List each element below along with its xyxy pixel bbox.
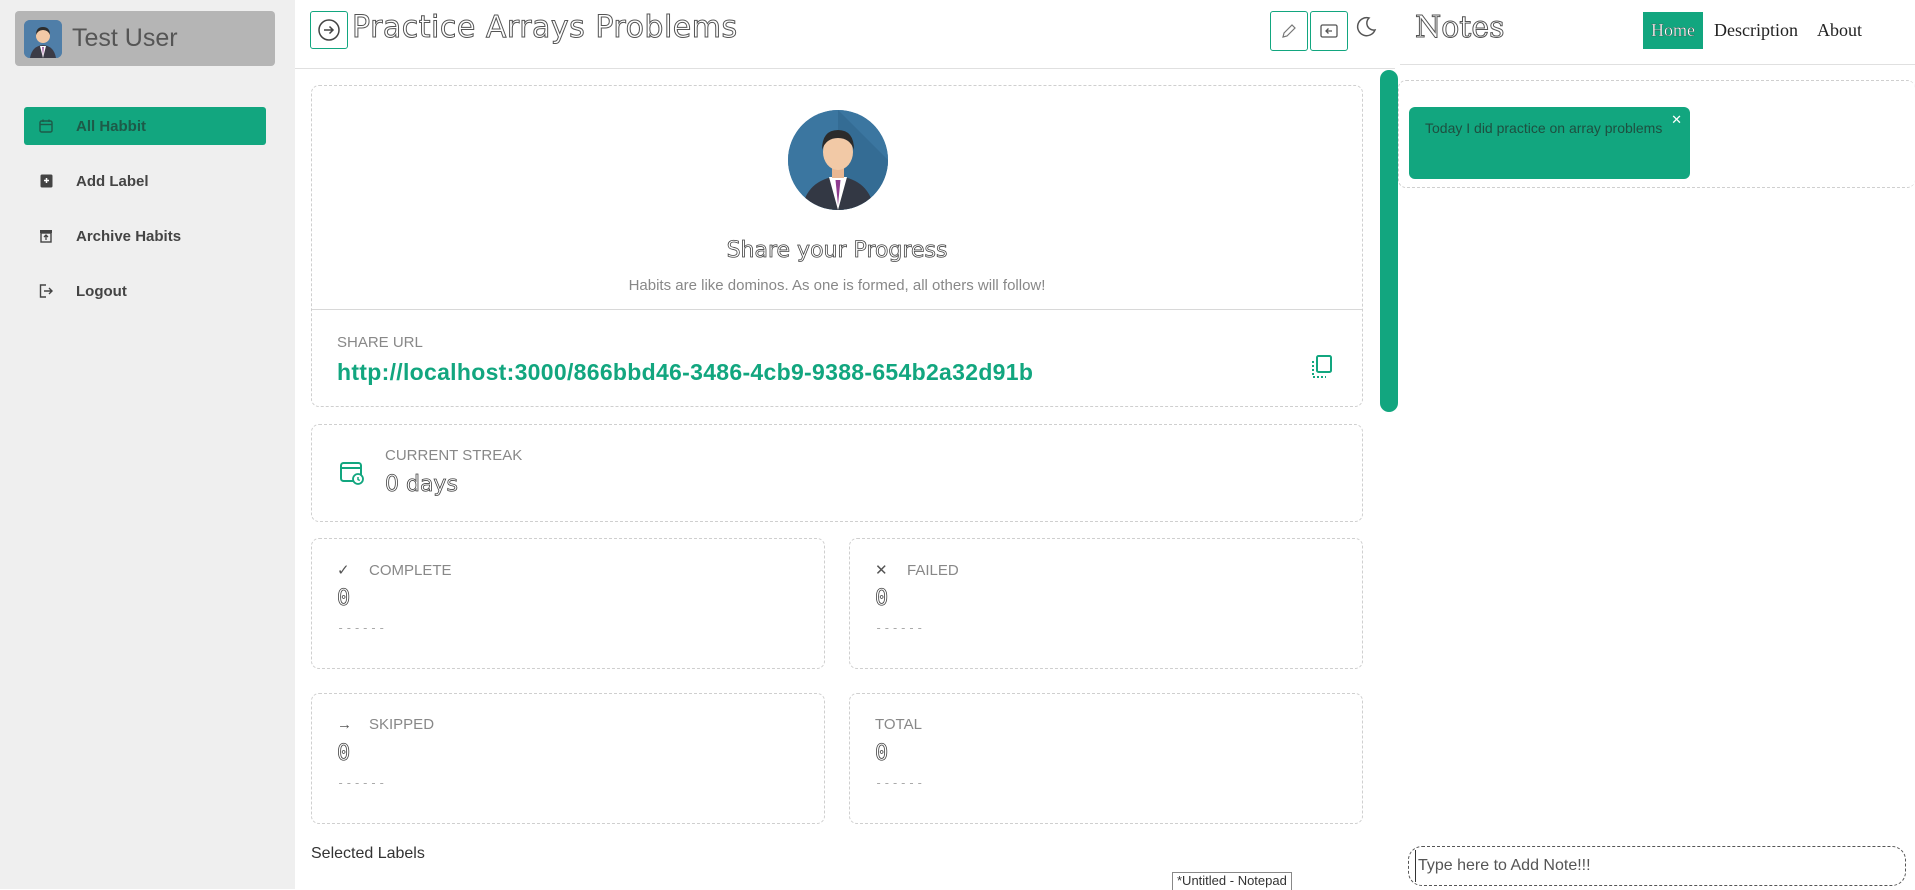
- archive-habit-button[interactable]: [1310, 11, 1348, 51]
- page-title: Practice Arrays Problems: [352, 10, 738, 46]
- sidebar-item-all-habbit[interactable]: All Habbit: [24, 107, 266, 145]
- arrow-right-icon: →: [337, 716, 352, 733]
- share-subtitle: Habits are like dominos. As one is forme…: [628, 277, 1046, 294]
- share-progress-card: Share your Progress Habits are like domi…: [311, 85, 1363, 407]
- sidebar-item-label: Logout: [76, 282, 127, 300]
- notes-header: Notes Home Description About: [1400, 0, 1915, 65]
- avatar: [24, 19, 62, 58]
- streak-value: 0 days: [385, 472, 459, 498]
- stat-dashes: ------: [875, 776, 925, 790]
- notes-nav-about[interactable]: About: [1809, 12, 1870, 49]
- sidebar-item-add-label[interactable]: Add Label: [24, 162, 266, 200]
- notes-title: Notes: [1415, 10, 1506, 46]
- theme-toggle[interactable]: [1353, 14, 1379, 45]
- calendar-streak-icon: [340, 461, 366, 492]
- close-icon: ✕: [875, 562, 888, 579]
- note-text: Today I did practice on array problems: [1425, 120, 1663, 136]
- stat-dashes: ------: [337, 776, 387, 790]
- user-profile[interactable]: Test User: [15, 11, 275, 66]
- note-card[interactable]: Today I did practice on array problems ✕: [1409, 107, 1690, 179]
- share-title: Share your Progress: [726, 238, 948, 264]
- stat-dashes: ------: [337, 621, 387, 635]
- scrollbar[interactable]: [1380, 70, 1398, 412]
- moon-icon: [1356, 16, 1377, 37]
- share-url-label: SHARE URL: [337, 334, 423, 351]
- sidebar-item-label: Archive Habits: [76, 227, 182, 245]
- stat-label: TOTAL: [875, 716, 922, 733]
- user-name: Test User: [72, 24, 178, 52]
- stat-label: FAILED: [907, 561, 959, 579]
- stat-label: COMPLETE: [369, 561, 452, 579]
- notes-nav-description[interactable]: Description: [1706, 12, 1806, 49]
- stat-value: 0: [337, 741, 351, 767]
- copy-icon[interactable]: [1310, 354, 1334, 385]
- stat-dashes: ------: [875, 621, 925, 635]
- delete-note-icon[interactable]: ✕: [1671, 113, 1682, 127]
- total-card: TOTAL 0 ------: [849, 693, 1363, 824]
- current-streak-card: CURRENT STREAK 0 days: [311, 424, 1363, 522]
- archive-icon: [36, 226, 56, 246]
- failed-card: ✕ FAILED 0 ------: [849, 538, 1363, 669]
- streak-label: CURRENT STREAK: [385, 447, 523, 464]
- stat-value: 0: [337, 586, 351, 612]
- stat-value: 0: [875, 586, 889, 612]
- sidebar-item-logout[interactable]: Logout: [24, 272, 266, 310]
- sidebar-nav: All Habbit Add Label Archive Habits Logo…: [24, 107, 266, 327]
- calendar-icon: [36, 116, 56, 136]
- archive-box-icon: [1320, 24, 1338, 38]
- share-url[interactable]: http://localhost:3000/866bbd46-3486-4cb9…: [337, 359, 1033, 386]
- selected-labels-heading: Selected Labels: [311, 845, 425, 862]
- note-input-wrapper: [1408, 846, 1906, 886]
- complete-card: ✓ COMPLETE 0 ------: [311, 538, 825, 669]
- notes-nav: Home Description About: [1643, 12, 1873, 49]
- note-input[interactable]: [1415, 850, 1900, 882]
- notes-nav-home[interactable]: Home: [1643, 12, 1703, 49]
- main-header: Practice Arrays Problems: [295, 0, 1395, 69]
- sidebar: Test User All Habbit Add Label Archive H…: [0, 0, 295, 889]
- divider: [312, 309, 1362, 310]
- pencil-icon: [1282, 24, 1296, 38]
- profile-avatar: [788, 110, 888, 210]
- arrow-right-circle-icon: [318, 19, 340, 41]
- label-add-icon: [36, 171, 56, 191]
- edit-button[interactable]: [1270, 11, 1308, 51]
- skipped-card: → SKIPPED 0 ------: [311, 693, 825, 824]
- stat-label: SKIPPED: [369, 716, 435, 733]
- notepad-taskbar-hint[interactable]: *Untitled - Notepad: [1172, 872, 1292, 890]
- logout-icon: [36, 281, 56, 301]
- sidebar-item-archive-habits[interactable]: Archive Habits: [24, 217, 266, 255]
- stat-value: 0: [875, 741, 889, 767]
- back-button[interactable]: [310, 11, 348, 49]
- sidebar-item-label: All Habbit: [76, 117, 146, 135]
- check-icon: ✓: [337, 562, 350, 579]
- sidebar-item-label: Add Label: [76, 172, 149, 190]
